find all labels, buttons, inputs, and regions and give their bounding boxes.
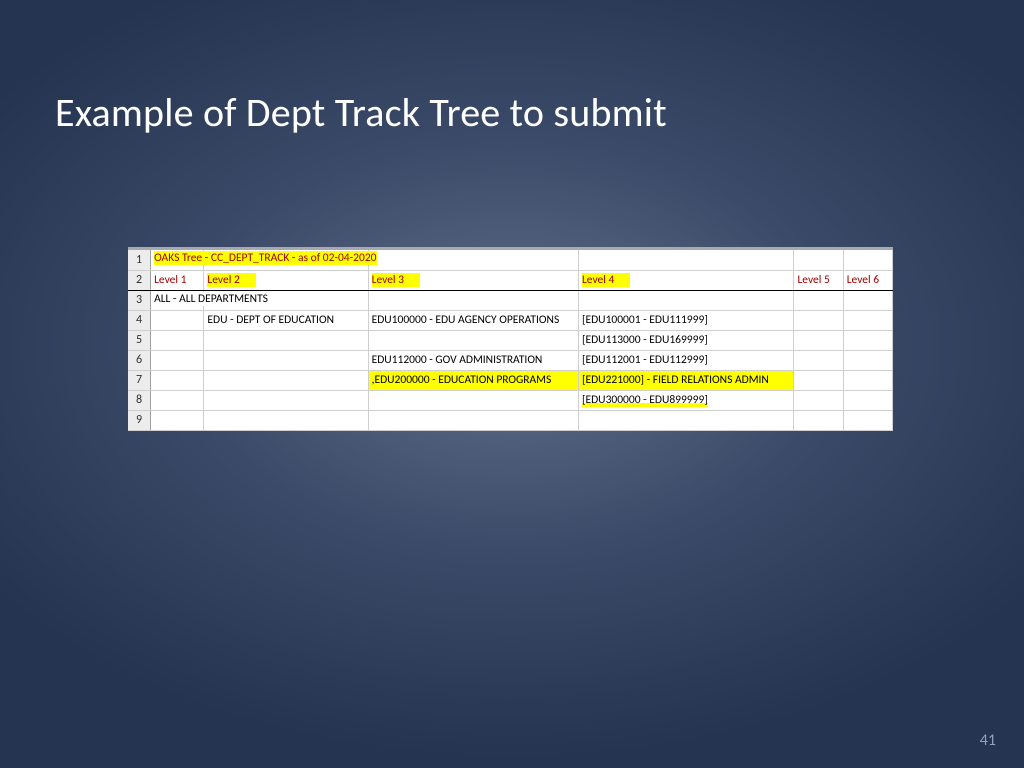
cell: [368, 390, 578, 410]
cell: [151, 330, 204, 350]
cell-gov-admin: EDU112000 - GOV ADMINISTRATION: [368, 350, 578, 370]
col-level3: Level 3: [368, 270, 578, 290]
col-level4: Level 4: [578, 270, 793, 290]
row-8: 8 [EDU300000 - EDU899999]: [128, 390, 893, 410]
cell-range-4: [EDU300000 - EDU899999]: [578, 390, 793, 410]
row-3: 3 ALL - ALL DEPARTMENTS: [128, 290, 893, 310]
rownum: 8: [128, 390, 151, 410]
cell: [151, 350, 204, 370]
cell: [151, 370, 204, 390]
spreadsheet-grid: 1 OAKS Tree - CC_DEPT_TRACK - as of 02-0…: [128, 250, 893, 431]
col-level2: Level 2: [204, 270, 368, 290]
rownum: 4: [128, 310, 151, 330]
cell: [368, 250, 578, 270]
slide-title: Example of Dept Track Tree to submit: [55, 88, 667, 137]
cell: [204, 410, 368, 430]
cell-range-1: [EDU100001 - EDU111999]: [578, 310, 793, 330]
row-1: 1 OAKS Tree - CC_DEPT_TRACK - as of 02-0…: [128, 250, 893, 270]
row-9: 9: [128, 410, 893, 430]
cell: [204, 330, 368, 350]
cell: [843, 370, 892, 390]
cell: [578, 410, 793, 430]
spreadsheet-screenshot: 1 OAKS Tree - CC_DEPT_TRACK - as of 02-0…: [128, 247, 893, 431]
cell: [794, 410, 843, 430]
rownum: 6: [128, 350, 151, 370]
rownum: 7: [128, 370, 151, 390]
cell-edu-agency-ops: EDU100000 - EDU AGENCY OPERATIONS: [368, 310, 578, 330]
cell: [843, 310, 892, 330]
cell: [151, 390, 204, 410]
rownum: 5: [128, 330, 151, 350]
cell-edu-dept: EDU - DEPT OF EDUCATION: [204, 310, 368, 330]
row-5: 5 [EDU113000 - EDU169999]: [128, 330, 893, 350]
cell: [204, 390, 368, 410]
col-level1: Level 1: [151, 270, 204, 290]
cell: [794, 330, 843, 350]
rownum: 9: [128, 410, 151, 430]
cell-range-3: [EDU112001 - EDU112999]: [578, 350, 793, 370]
cell: [204, 370, 368, 390]
cell: [794, 350, 843, 370]
row-6: 6 EDU112000 - GOV ADMINISTRATION [EDU112…: [128, 350, 893, 370]
cell: [843, 390, 892, 410]
row-4: 4 EDU - DEPT OF EDUCATION EDU100000 - ED…: [128, 310, 893, 330]
cell: [794, 310, 843, 330]
col-level6: Level 6: [843, 270, 892, 290]
cell: [578, 290, 793, 310]
cell-tree-title: OAKS Tree - CC_DEPT_TRACK - as of 02-04-…: [151, 250, 204, 270]
cell: [843, 250, 892, 270]
row-7: 7 ,EDU200000 - EDUCATION PROGRAMS [EDU22…: [128, 370, 893, 390]
cell-range-2: [EDU113000 - EDU169999]: [578, 330, 793, 350]
rownum: 3: [128, 290, 151, 310]
cell: [794, 250, 843, 270]
cell: [843, 330, 892, 350]
cell-field-relations: [EDU221000] - FIELD RELATIONS ADMIN: [578, 370, 793, 390]
cell: [151, 310, 204, 330]
cell: [843, 290, 892, 310]
cell: [368, 290, 578, 310]
cell: [794, 390, 843, 410]
cell: [843, 410, 892, 430]
page-number: 41: [980, 731, 996, 750]
rownum: 2: [128, 270, 151, 290]
row-2-headers: 2 Level 1 Level 2 Level 3 Level 4 Level …: [128, 270, 893, 290]
cell: [204, 350, 368, 370]
cell: [368, 330, 578, 350]
cell-all-depts: ALL - ALL DEPARTMENTS: [151, 290, 204, 310]
cell: [151, 410, 204, 430]
cell-edu-programs: ,EDU200000 - EDUCATION PROGRAMS: [368, 370, 578, 390]
cell: [794, 370, 843, 390]
cell: [843, 350, 892, 370]
cell: [794, 290, 843, 310]
col-level5: Level 5: [794, 270, 843, 290]
rownum: 1: [128, 250, 151, 270]
cell: [578, 250, 793, 270]
cell: [368, 410, 578, 430]
